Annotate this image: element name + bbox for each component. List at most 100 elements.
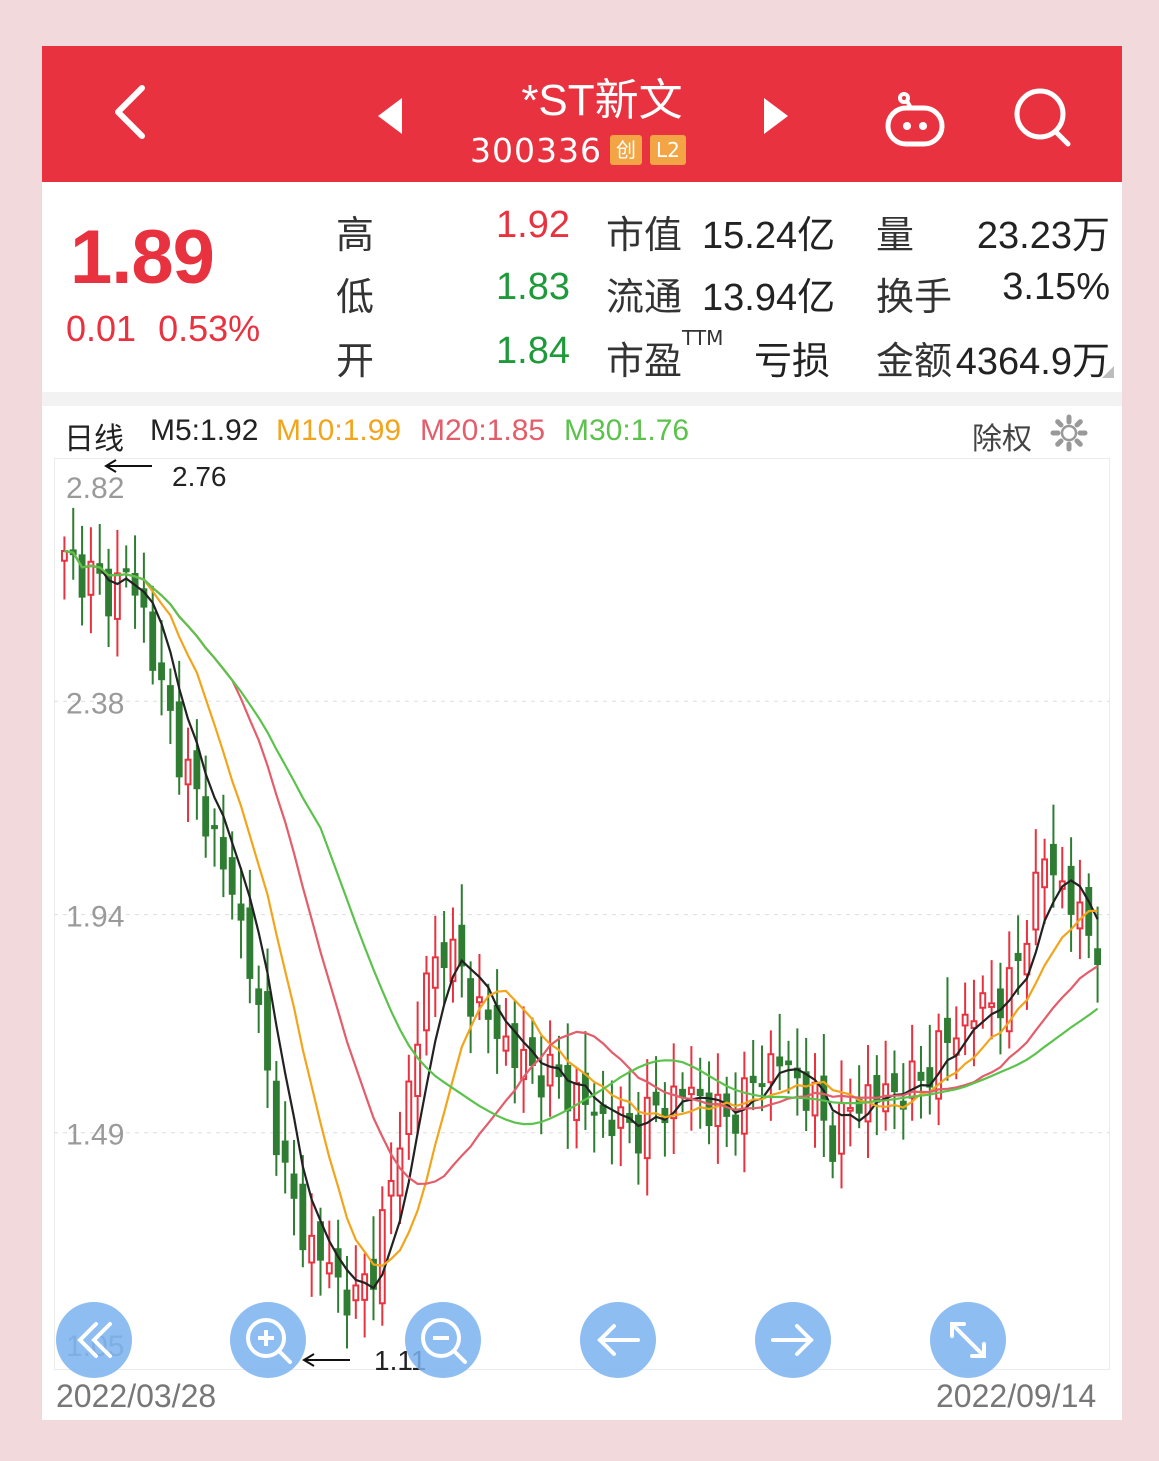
candle-body bbox=[537, 1075, 545, 1098]
candle-body bbox=[1041, 858, 1049, 889]
candle-body bbox=[343, 1289, 351, 1316]
candle-body bbox=[60, 550, 68, 562]
prev-stock-triangle-icon[interactable] bbox=[378, 98, 402, 134]
candle-body bbox=[378, 1209, 386, 1305]
candle-body bbox=[917, 1071, 925, 1081]
candle-body bbox=[246, 907, 254, 979]
candle-body bbox=[484, 1009, 492, 1020]
candle-body bbox=[113, 572, 121, 620]
volume-label: 量 bbox=[876, 213, 915, 257]
stock-name: *ST新文 bbox=[521, 76, 683, 125]
candle-body bbox=[997, 988, 1004, 1019]
candle-body bbox=[679, 1088, 686, 1098]
stock-code: 300336 bbox=[470, 130, 602, 170]
max-price-label: 2.76 bbox=[172, 461, 227, 492]
candle-body bbox=[317, 1221, 324, 1261]
candle-body bbox=[387, 1180, 395, 1197]
fullscreen-button[interactable] bbox=[930, 1302, 1006, 1378]
candle-body bbox=[749, 1075, 757, 1084]
robot-assistant-icon[interactable] bbox=[884, 90, 946, 150]
candle-body bbox=[608, 1119, 616, 1137]
board-badge: 创 bbox=[609, 135, 642, 165]
candle-body bbox=[573, 1081, 581, 1122]
candle-body bbox=[352, 1284, 360, 1302]
candle-body bbox=[264, 991, 271, 1071]
candle-body bbox=[944, 1017, 951, 1043]
candle-body bbox=[1094, 948, 1102, 966]
ma10-legend: M10:1.99 bbox=[276, 414, 402, 447]
candle-body bbox=[758, 1083, 766, 1088]
expand-corner-icon[interactable] bbox=[1102, 366, 1114, 378]
scroll-left-button[interactable] bbox=[580, 1302, 656, 1378]
candle-body bbox=[440, 942, 448, 969]
shift-left-button[interactable] bbox=[56, 1302, 132, 1378]
candle-body bbox=[237, 903, 245, 921]
candle-body bbox=[405, 1080, 413, 1136]
candle-body bbox=[846, 1107, 854, 1112]
candle-body bbox=[732, 1114, 739, 1134]
next-stock-triangle-icon[interactable] bbox=[764, 98, 788, 134]
amount-value: 4364.9万 bbox=[955, 341, 1110, 383]
back-arrow-icon[interactable] bbox=[102, 82, 162, 142]
candle-body bbox=[979, 992, 987, 1009]
open-label: 开 bbox=[336, 339, 375, 383]
double-chevron-left-icon bbox=[77, 1322, 112, 1358]
candle-body bbox=[467, 978, 475, 1017]
candlestick-chart[interactable]: 2.822.381.941.491.05 2.76 1.11 bbox=[54, 458, 1110, 1370]
candle-body bbox=[785, 1060, 792, 1066]
change-percent: 0.53% bbox=[158, 308, 261, 349]
x-axis-end-date: 2022/09/14 bbox=[936, 1378, 1097, 1414]
candle-body bbox=[643, 1096, 651, 1160]
candle-body bbox=[272, 1080, 280, 1156]
candle-body bbox=[299, 1183, 307, 1251]
candle-body bbox=[396, 1147, 404, 1197]
zoom-out-icon bbox=[421, 1318, 467, 1364]
candle-body bbox=[175, 701, 183, 778]
zoom-out-button[interactable] bbox=[405, 1302, 481, 1378]
high-label: 高 bbox=[336, 213, 375, 257]
candle-body bbox=[414, 1043, 422, 1098]
settings-gear-icon[interactable] bbox=[1050, 414, 1088, 452]
candle-body bbox=[158, 662, 165, 681]
stock-detail-card: *ST新文 300336 创 L2 1.89 0.01 0.53% 高 低 开 … bbox=[42, 46, 1122, 1420]
candle-body bbox=[308, 1234, 316, 1264]
candle-body bbox=[122, 568, 130, 573]
period-tab-daily[interactable]: 日线 bbox=[64, 414, 124, 458]
candle-body bbox=[1067, 865, 1075, 915]
candle-body bbox=[166, 685, 174, 711]
adjust-toggle[interactable]: 除权 bbox=[972, 414, 1032, 458]
candle-body bbox=[802, 1071, 810, 1111]
candle-body bbox=[617, 1106, 625, 1129]
search-icon[interactable] bbox=[1012, 86, 1074, 150]
low-value: 1.83 bbox=[496, 266, 570, 308]
scroll-right-button[interactable] bbox=[755, 1302, 831, 1378]
float-value: 13.94亿 bbox=[702, 277, 836, 319]
candle-body bbox=[961, 1013, 969, 1027]
candle-body bbox=[193, 750, 201, 790]
arrow-right-icon bbox=[771, 1324, 814, 1356]
quote-panel: 1.89 0.01 0.53% 高 低 开 1.92 1.83 1.84 市值 … bbox=[42, 182, 1122, 392]
candle-body bbox=[281, 1140, 289, 1163]
chart-frame bbox=[54, 458, 1110, 1370]
candle-body bbox=[652, 1091, 660, 1106]
candle-body bbox=[829, 1125, 837, 1162]
mktcap-value: 15.24亿 bbox=[702, 215, 836, 257]
pe-ttm-superscript: TTM bbox=[682, 326, 724, 350]
candle-body bbox=[502, 1035, 510, 1052]
candle-body bbox=[564, 1064, 572, 1112]
ma30-legend: M30:1.76 bbox=[564, 414, 690, 447]
stock-code-row: 300336 创 L2 bbox=[470, 130, 686, 170]
high-value: 1.92 bbox=[496, 204, 570, 246]
candle-body bbox=[476, 996, 483, 1004]
candle-body bbox=[988, 1002, 996, 1008]
ma20-legend: M20:1.85 bbox=[420, 414, 546, 447]
chart-legend: 日线 M5:1.92 M10:1.99 M20:1.85 M30:1.76 除权 bbox=[42, 406, 1122, 458]
open-value: 1.84 bbox=[496, 330, 570, 372]
zoom-in-button[interactable] bbox=[230, 1302, 306, 1378]
candle-body bbox=[219, 837, 227, 870]
candle-body bbox=[590, 1111, 598, 1116]
candle-body bbox=[202, 796, 210, 837]
candle-body bbox=[1023, 942, 1031, 976]
candle-body bbox=[290, 1173, 298, 1199]
candle-body bbox=[361, 1273, 369, 1301]
